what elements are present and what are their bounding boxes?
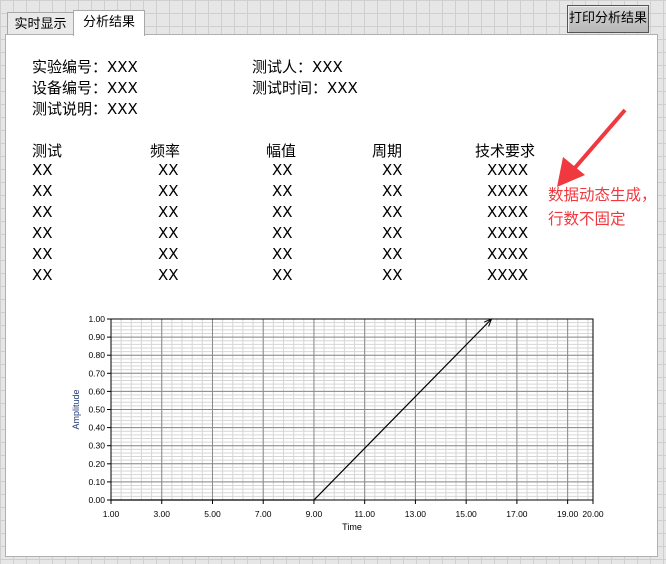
- table-cell: XXXX: [487, 266, 529, 284]
- table-cell: XX: [32, 266, 53, 284]
- y-tick-label: 0.90: [88, 332, 105, 342]
- table-cell: XX: [272, 203, 293, 221]
- table-cell: XX: [32, 245, 53, 263]
- amplitude-chart: 1.00 3.00 5.00 7.00 9.00 11.00 13.00 15.00 17.00…: [71, 314, 604, 532]
- table-cell: XXXX: [487, 245, 529, 263]
- table-cell: XX: [272, 161, 293, 179]
- x-tick-label: 15.00: [456, 509, 478, 519]
- tab-realtime[interactable]: 实时显示: [7, 12, 74, 34]
- test-time: 测试时间：XXX: [252, 79, 358, 97]
- experiment-id: 实验编号：XXX: [32, 58, 138, 76]
- table-cell: XX: [158, 203, 179, 221]
- annotation-arrow-icon: [557, 108, 627, 187]
- table-cell: XX: [382, 203, 403, 221]
- table-cell: XX: [272, 182, 293, 200]
- x-tick-label: 11.00: [354, 509, 375, 519]
- x-tick-label: 17.00: [506, 509, 528, 519]
- table-cell: XX: [272, 245, 293, 263]
- table-cell: XX: [382, 245, 403, 263]
- column-header: 测试: [32, 142, 63, 160]
- column-header: 幅值: [266, 142, 297, 160]
- y-tick-label: 0.40: [88, 423, 105, 433]
- table-cell: XX: [272, 224, 293, 242]
- x-tick-label: 5.00: [204, 509, 221, 519]
- tester: 测试人：XXX: [252, 58, 343, 76]
- x-tick-label: 19.00: [557, 509, 579, 519]
- table-cell: XX: [382, 224, 403, 242]
- x-tick-label: 3.00: [153, 509, 170, 519]
- table-cell: XX: [158, 245, 179, 263]
- table-cell: XX: [382, 161, 403, 179]
- y-tick-label: 0.10: [88, 477, 105, 487]
- print-results-button[interactable]: 打印分析结果: [567, 5, 649, 33]
- table-cell: XXXX: [487, 161, 529, 179]
- annotation-note: 数据动态生成，行数不固定: [548, 186, 657, 228]
- table-cell: XX: [158, 182, 179, 200]
- table-cell: XX: [272, 266, 293, 284]
- y-tick-label: 0.20: [88, 459, 105, 469]
- table-cell: XX: [32, 203, 53, 221]
- table-cell: XX: [382, 182, 403, 200]
- device-id: 设备编号：XXX: [32, 79, 138, 97]
- x-axis-label: Time: [342, 522, 362, 532]
- test-description: 测试说明：XXX: [32, 100, 138, 118]
- y-tick-label: 1.00: [88, 314, 105, 324]
- y-axis-label: Amplitude: [71, 389, 81, 429]
- table-cell: XXXX: [487, 203, 529, 221]
- x-tick-label: 7.00: [255, 509, 272, 519]
- y-tick-label: 0.50: [88, 405, 105, 415]
- x-tick-label: 9.00: [306, 509, 323, 519]
- x-tick-label: 20.00: [582, 509, 604, 519]
- table-cell: XX: [32, 161, 53, 179]
- y-tick-label: 0.60: [88, 386, 105, 396]
- x-tick-label: 1.00: [103, 509, 120, 519]
- table-cell: XX: [158, 266, 179, 284]
- table-cell: XX: [32, 224, 53, 242]
- table-cell: XX: [158, 161, 179, 179]
- y-tick-label: 0.80: [88, 350, 105, 360]
- tab-analysis[interactable]: 分析结果: [73, 10, 145, 36]
- table-cell: XX: [158, 224, 179, 242]
- table-cell: XXXX: [487, 224, 529, 242]
- column-header: 周期: [372, 142, 403, 160]
- y-tick-label: 0.00: [88, 495, 105, 505]
- table-cell: XXXX: [487, 182, 529, 200]
- table-cell: XX: [382, 266, 403, 284]
- column-header: 频率: [150, 142, 181, 160]
- table-cell: XX: [32, 182, 53, 200]
- y-tick-label: 0.30: [88, 441, 105, 451]
- x-tick-label: 13.00: [405, 509, 427, 519]
- y-tick-label: 0.70: [88, 368, 105, 378]
- column-header: 技术要求: [475, 142, 536, 160]
